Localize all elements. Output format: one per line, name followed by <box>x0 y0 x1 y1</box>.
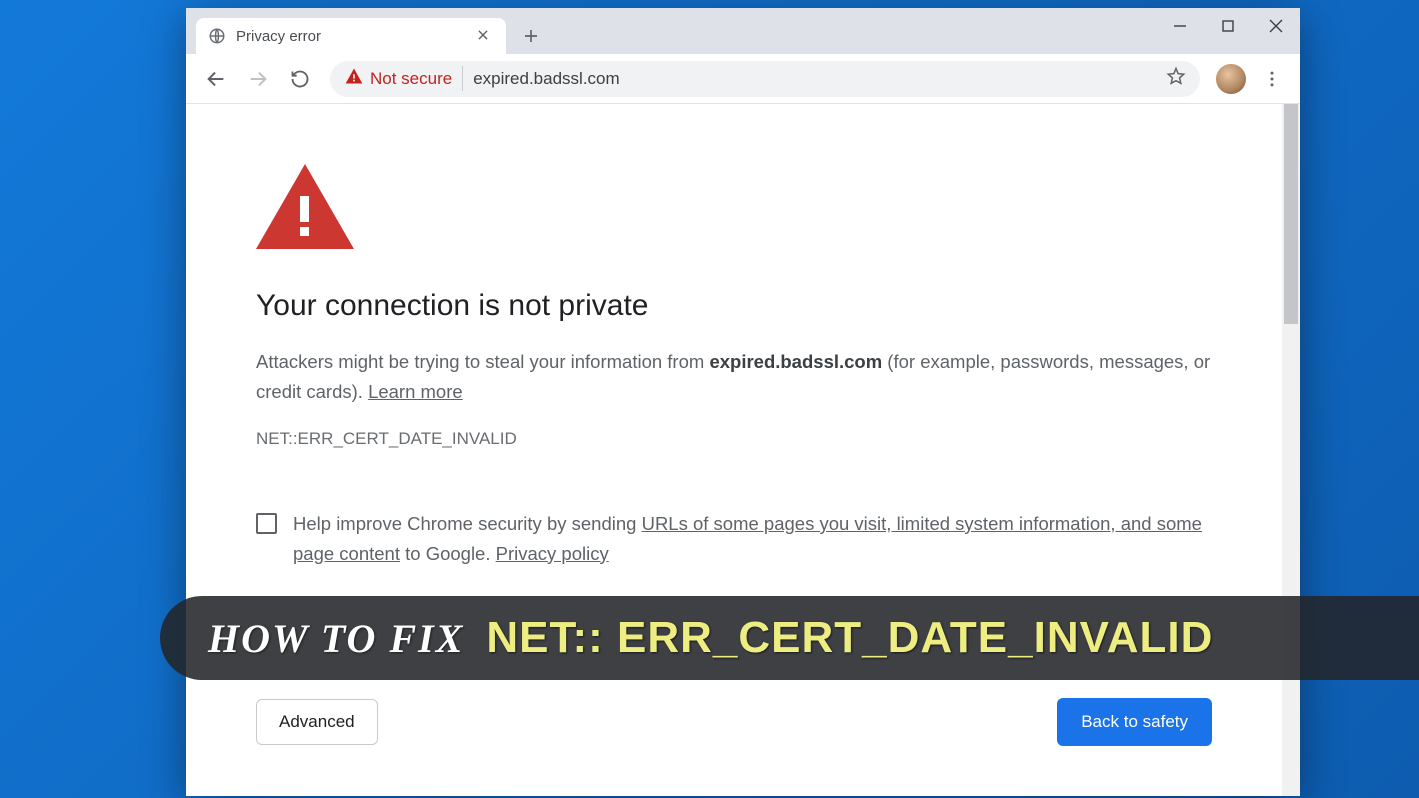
reload-button[interactable] <box>282 61 318 97</box>
minimize-button[interactable] <box>1156 8 1204 44</box>
privacy-policy-link[interactable]: Privacy policy <box>496 543 609 564</box>
url-text: expired.badssl.com <box>473 69 619 89</box>
large-warning-icon <box>256 164 1212 257</box>
back-button[interactable] <box>198 61 234 97</box>
tab-title: Privacy error <box>236 28 462 45</box>
globe-icon <box>208 27 226 45</box>
hostname: expired.badssl.com <box>709 351 882 372</box>
error-headline: Your connection is not private <box>256 289 1212 323</box>
vertical-scrollbar[interactable] <box>1282 104 1300 796</box>
consent-checkbox[interactable] <box>256 513 277 534</box>
bookmark-star-icon[interactable] <box>1166 66 1186 91</box>
forward-button[interactable] <box>240 61 276 97</box>
titlebar: Privacy error <box>186 8 1300 54</box>
learn-more-link[interactable]: Learn more <box>368 381 463 402</box>
error-description: Attackers might be trying to steal your … <box>256 347 1212 407</box>
security-chip[interactable]: Not secure <box>344 66 463 91</box>
banner-right-text: NET:: ERR_CERT_DATE_INVALID <box>486 613 1213 663</box>
consent-row: Help improve Chrome security by sending … <box>256 509 1212 568</box>
scrollbar-thumb[interactable] <box>1284 104 1298 324</box>
consent-text: Help improve Chrome security by sending … <box>293 509 1212 568</box>
security-label: Not secure <box>370 69 452 89</box>
error-page: Your connection is not private Attackers… <box>186 104 1282 796</box>
profile-avatar[interactable] <box>1216 64 1246 94</box>
toolbar: Not secure expired.badssl.com <box>186 54 1300 104</box>
overlay-banner: HOW TO FIX NET:: ERR_CERT_DATE_INVALID <box>160 596 1419 680</box>
close-tab-icon[interactable] <box>472 26 494 47</box>
kebab-menu-icon[interactable] <box>1256 69 1288 89</box>
maximize-button[interactable] <box>1204 8 1252 44</box>
advanced-button[interactable]: Advanced <box>256 699 378 745</box>
new-tab-button[interactable] <box>516 21 546 51</box>
back-to-safety-button[interactable]: Back to safety <box>1057 698 1212 746</box>
error-code: NET::ERR_CERT_DATE_INVALID <box>256 429 1212 449</box>
address-bar[interactable]: Not secure expired.badssl.com <box>330 61 1200 97</box>
window-controls <box>1156 8 1300 44</box>
button-row: Advanced Back to safety <box>256 698 1212 746</box>
close-window-button[interactable] <box>1252 8 1300 44</box>
browser-tab[interactable]: Privacy error <box>196 18 506 54</box>
content-area: Your connection is not private Attackers… <box>186 104 1300 796</box>
warning-triangle-icon <box>344 66 364 91</box>
banner-left-text: HOW TO FIX <box>208 615 464 662</box>
